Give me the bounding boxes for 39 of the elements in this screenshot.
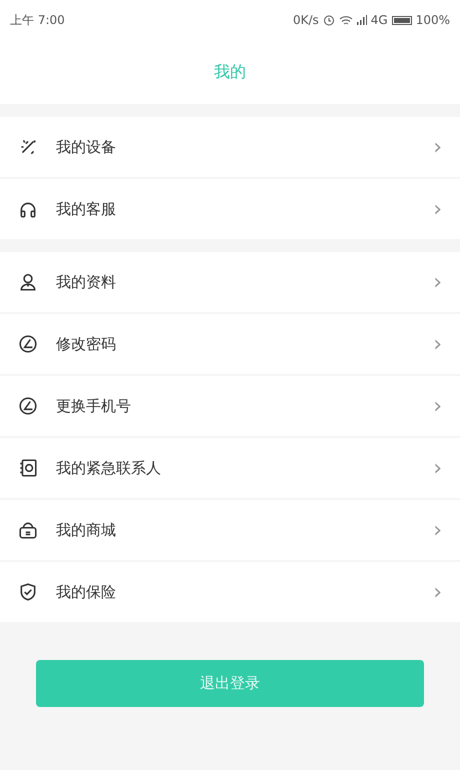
chevron-icon: ›: [433, 332, 442, 356]
chevron-icon: ›: [433, 456, 442, 480]
page-title: 我的: [214, 62, 246, 82]
menu-item[interactable]: 我的设备 ›: [0, 117, 460, 177]
menu-item[interactable]: 我的保险 ›: [0, 562, 460, 622]
contact-card-icon: [18, 458, 38, 478]
alarm-icon: [322, 14, 335, 26]
menu-item[interactable]: 我的资料 ›: [0, 252, 460, 312]
chevron-icon: ›: [433, 394, 442, 418]
chevron-icon: ›: [433, 518, 442, 542]
chevron-icon: ›: [433, 580, 442, 604]
menu-label: 修改密码: [56, 334, 117, 354]
chevron-icon: ›: [433, 196, 442, 222]
menu-item[interactable]: 我的客服 ›: [0, 179, 460, 239]
menu-label: 更换手机号: [56, 396, 132, 416]
menu-item[interactable]: 修改密码 ›: [0, 314, 460, 374]
battery-icon: [392, 16, 412, 24]
wifi-icon: [338, 14, 353, 26]
network-type: 4G: [370, 13, 388, 27]
menu-label: 我的客服: [56, 200, 117, 218]
chevron-icon: ›: [433, 134, 442, 160]
signal-icon: [356, 15, 367, 25]
menu-item[interactable]: 更换手机号 ›: [0, 376, 460, 436]
battery-level: 100%: [416, 13, 450, 27]
clock-icon: [18, 396, 38, 416]
person-icon: [18, 272, 38, 292]
menu-label: 我的商城: [56, 520, 117, 540]
menu-item[interactable]: 我的紧急联系人 ›: [0, 438, 460, 498]
menu-label: 我的保险: [56, 582, 117, 602]
status-time: 上午 7:00: [10, 12, 65, 28]
menu-label: 我的紧急联系人: [56, 458, 162, 478]
basket-icon: [18, 520, 38, 540]
menu-label: 我的资料: [56, 272, 117, 292]
shield-check-icon: [18, 582, 38, 602]
menu-item[interactable]: 我的商城 ›: [0, 500, 460, 560]
chevron-icon: ›: [433, 270, 442, 294]
clock-icon: [18, 334, 38, 354]
menu-label: 我的设备: [56, 138, 117, 156]
network-speed: 0K/s: [292, 13, 319, 27]
